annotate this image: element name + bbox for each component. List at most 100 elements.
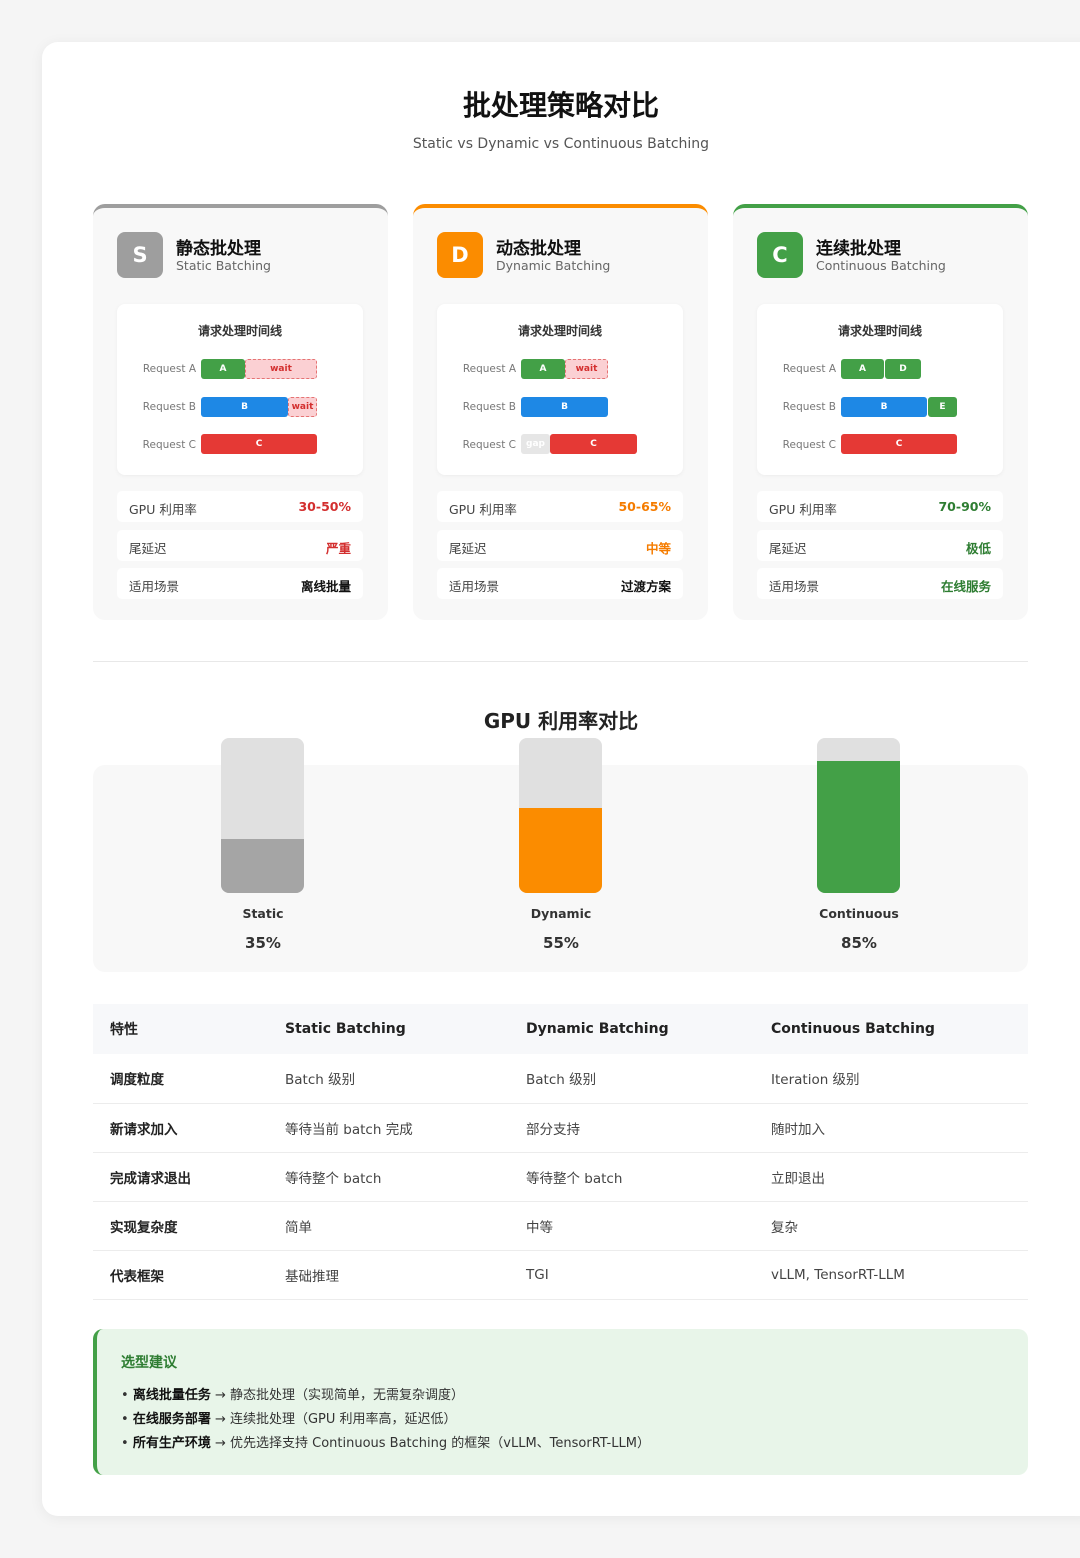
badge-continuous: C xyxy=(757,232,803,278)
table-cell: vLLM, TensorRT-LLM xyxy=(754,1250,1028,1300)
metric-use-case: 适用场景 过渡方案 xyxy=(437,568,683,599)
card-static: S 静态批处理 Static Batching 请求处理时间线 Request … xyxy=(93,204,388,620)
segment-a: A xyxy=(521,359,565,379)
table-cell: 完成请求退出 xyxy=(93,1152,268,1202)
timeline-row-label: Request B xyxy=(782,401,836,413)
table-row: 新请求加入 等待当前 batch 完成 部分支持 随时加入 xyxy=(93,1103,1028,1153)
table-cell: 复杂 xyxy=(754,1201,1028,1251)
card-subtitle: Dynamic Batching xyxy=(496,258,611,273)
badge-dynamic: D xyxy=(437,232,483,278)
timeline-panel: 请求处理时间线 Request A A D Request B B E Requ… xyxy=(757,304,1003,475)
metric-label: 适用场景 xyxy=(449,579,500,594)
table-cell: Iteration 级别 xyxy=(754,1054,1028,1104)
advice-item-text: → 连续批处理（GPU 利用率高，延迟低） xyxy=(210,1412,457,1427)
metric-tail-latency: 尾延迟 极低 xyxy=(757,530,1003,561)
page-title: 批处理策略对比 xyxy=(462,89,659,122)
bar-fill-static xyxy=(221,838,304,893)
advice-item: • 在线服务部署 → 连续批处理（GPU 利用率高，延迟低） xyxy=(121,1408,457,1427)
segment-c: C xyxy=(841,434,957,454)
table-cell: 调度粒度 xyxy=(93,1054,268,1104)
bar-static xyxy=(221,738,304,893)
advice-item-key: 在线服务部署 xyxy=(132,1412,211,1427)
metric-value: 极低 xyxy=(965,541,991,556)
metric-label: 尾延迟 xyxy=(449,541,487,556)
timeline-title: 请求处理时间线 xyxy=(837,324,922,338)
metric-tail-latency: 尾延迟 严重 xyxy=(117,530,363,561)
metric-value: 30-50% xyxy=(298,499,351,514)
bar-label: Dynamic xyxy=(530,906,592,921)
metric-use-case: 适用场景 在线服务 xyxy=(757,568,1003,599)
bullet: • xyxy=(121,1388,129,1403)
segment-a: A xyxy=(201,359,245,379)
advice-item: • 离线批量任务 → 静态批处理（实现简单，无需复杂调度） xyxy=(121,1384,464,1403)
bullet: • xyxy=(121,1412,129,1427)
table-header: Dynamic Batching xyxy=(509,1004,754,1054)
table-cell: 基础推理 xyxy=(268,1250,509,1300)
card-subtitle: Static Batching xyxy=(176,258,271,273)
metric-value: 70-90% xyxy=(938,499,991,514)
segment-c: C xyxy=(201,434,317,454)
timeline-row-label: Request C xyxy=(142,439,196,451)
metric-label: 适用场景 xyxy=(769,579,820,594)
table-cell: 中等 xyxy=(509,1201,754,1251)
segment-e: E xyxy=(928,397,957,417)
segment-gap: gap xyxy=(521,434,550,454)
segment-wait: wait xyxy=(288,397,317,417)
metric-use-case: 适用场景 离线批量 xyxy=(117,568,363,599)
metric-label: 尾延迟 xyxy=(129,541,167,556)
segment-d: D xyxy=(885,359,921,379)
table-row: 完成请求退出 等待整个 batch 等待整个 batch 立即退出 xyxy=(93,1152,1028,1202)
metric-label: 尾延迟 xyxy=(769,541,807,556)
table-cell: 等待当前 batch 完成 xyxy=(268,1103,509,1153)
segment-b: B xyxy=(201,397,288,417)
metric-label: GPU 利用率 xyxy=(449,502,517,517)
table-cell: TGI xyxy=(509,1250,754,1300)
bar-label: Static xyxy=(242,906,284,921)
timeline-panel: 请求处理时间线 Request A A wait Request B B wai… xyxy=(117,304,363,475)
timeline-row-label: Request A xyxy=(462,363,516,375)
metric-value: 50-65% xyxy=(618,499,671,514)
table-cell: Batch 级别 xyxy=(509,1054,754,1104)
page-subtitle: Static vs Dynamic vs Continuous Batching xyxy=(412,136,710,152)
metric-gpu-util: GPU 利用率 30-50% xyxy=(117,491,363,522)
segment-c: C xyxy=(550,434,637,454)
bar-fill-dynamic xyxy=(519,807,602,893)
advice-item: • 所有生产环境 → 优先选择支持 Continuous Batching 的框… xyxy=(121,1432,650,1451)
metric-value: 离线批量 xyxy=(300,579,351,594)
table-row: 实现复杂度 简单 中等 复杂 xyxy=(93,1201,1028,1251)
timeline-panel: 请求处理时间线 Request A A wait Request B B Req… xyxy=(437,304,683,475)
timeline-row-label: Request B xyxy=(462,401,516,413)
table-cell: 等待整个 batch xyxy=(268,1152,509,1202)
table-cell: 等待整个 batch xyxy=(509,1152,754,1202)
gpu-section-title: GPU 利用率对比 xyxy=(483,709,639,733)
timeline-title: 请求处理时间线 xyxy=(517,324,602,338)
card-title: 动态批处理 xyxy=(496,239,581,259)
table-cell: 代表框架 xyxy=(93,1250,268,1300)
badge-static: S xyxy=(117,232,163,278)
section-divider xyxy=(93,661,1028,662)
metric-label: 适用场景 xyxy=(129,579,180,594)
segment-b: B xyxy=(841,397,927,417)
bar-label: Continuous xyxy=(819,906,899,921)
metric-label: GPU 利用率 xyxy=(129,502,197,517)
bar-fill-continuous xyxy=(817,761,900,893)
table-header: Static Batching xyxy=(268,1004,509,1054)
table-row: 代表框架 基础推理 TGI vLLM, TensorRT-LLM xyxy=(93,1250,1028,1300)
metric-gpu-util: GPU 利用率 50-65% xyxy=(437,491,683,522)
table-row: 调度粒度 Batch 级别 Batch 级别 Iteration 级别 xyxy=(93,1054,1028,1104)
segment-wait: wait xyxy=(245,359,317,379)
table-cell: 随时加入 xyxy=(754,1103,1028,1153)
bar-continuous xyxy=(817,738,900,893)
metric-tail-latency: 尾延迟 中等 xyxy=(437,530,683,561)
table-header: 特性 xyxy=(93,1004,268,1054)
table-cell: Batch 级别 xyxy=(268,1054,509,1104)
table-cell: 实现复杂度 xyxy=(93,1201,268,1251)
bullet: • xyxy=(121,1436,129,1451)
card-title: 静态批处理 xyxy=(176,239,261,259)
timeline-title: 请求处理时间线 xyxy=(197,324,282,338)
table-header: Continuous Batching xyxy=(754,1004,1028,1054)
metric-gpu-util: GPU 利用率 70-90% xyxy=(757,491,1003,522)
card-dynamic: D 动态批处理 Dynamic Batching 请求处理时间线 Request… xyxy=(413,204,708,620)
table-cell: 部分支持 xyxy=(509,1103,754,1153)
advice-title: 选型建议 xyxy=(121,1355,177,1371)
